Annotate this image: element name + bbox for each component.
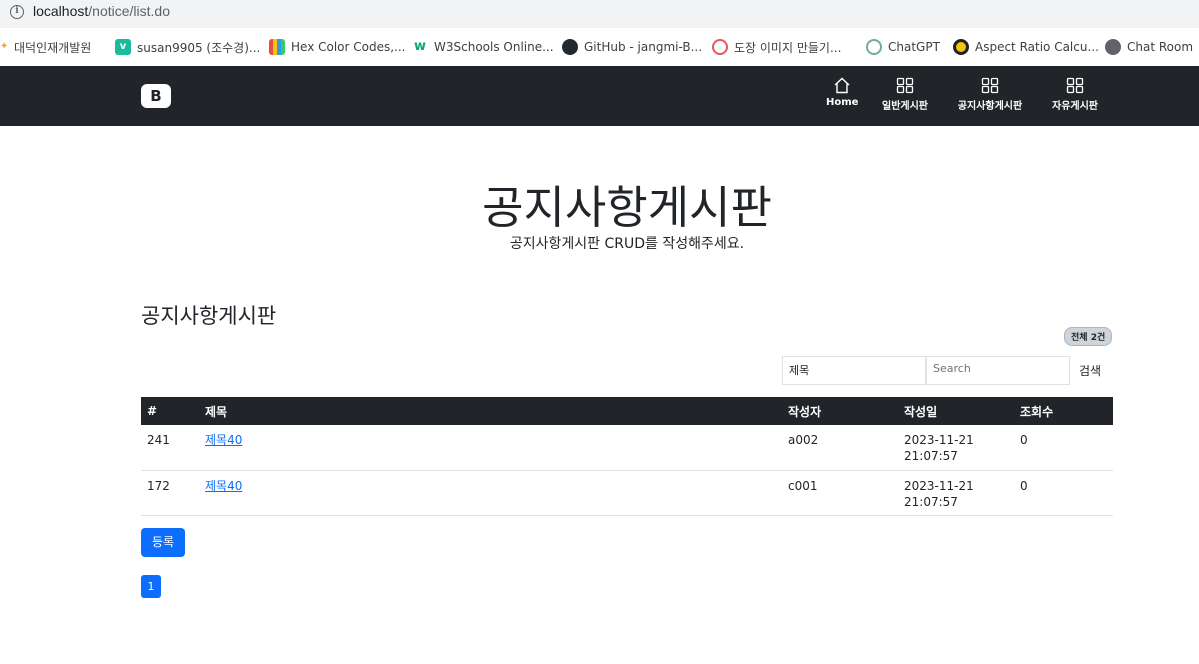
cell-no: 172 xyxy=(141,470,199,516)
chatgpt-icon xyxy=(866,39,882,55)
notice-table: # 제목 작성자 작성일 조회수 241 제목40 a002 2023-11-2… xyxy=(141,397,1113,516)
bookmark-chatgpt[interactable]: ChatGPT xyxy=(866,38,940,56)
col-header-title: 제목 xyxy=(199,397,782,425)
hero-title: 공지사항게시판 xyxy=(482,181,772,234)
cell-date-day: 2023-11-21 xyxy=(904,478,974,493)
hero-subtitle: 공지사항게시판 CRUD를 작성해주세요. xyxy=(509,236,745,252)
bookmark-label: GitHub - jangmi-B... xyxy=(584,40,703,54)
globe-icon xyxy=(1105,39,1121,55)
nav-free-board[interactable]: 자유게시판 xyxy=(1047,77,1103,112)
table-header-row: # 제목 작성자 작성일 조회수 xyxy=(141,397,1113,425)
brand-logo[interactable]: B xyxy=(141,84,171,108)
bookmark-label: Hex Color Codes,... xyxy=(291,40,406,54)
url-text[interactable]: localhost/notice/list.do xyxy=(33,3,170,19)
bookmark-daedeok[interactable]: ✦ 대덕인재개발원 xyxy=(0,38,91,56)
cell-writer: c001 xyxy=(782,470,898,516)
search-input[interactable]: Search xyxy=(926,356,1070,385)
bookmark-label: 도장 이미지 만들기... xyxy=(734,40,842,55)
v-logo-icon: v xyxy=(115,39,131,55)
grid-icon xyxy=(896,77,914,94)
cell-date-time: 21:07:57 xyxy=(904,449,958,463)
table-row: 172 제목40 c001 2023-11-21 21:07:57 0 xyxy=(141,470,1113,516)
cell-writer: a002 xyxy=(782,425,898,471)
aspect-ratio-icon xyxy=(953,39,969,55)
nav-free-board-label: 자유게시판 xyxy=(1052,101,1098,112)
cell-date: 2023-11-21 21:07:57 xyxy=(898,425,1014,471)
bookmark-label: susan9905 (조수경)... xyxy=(137,40,261,55)
house-icon xyxy=(834,77,850,94)
col-header-no: # xyxy=(141,397,199,425)
bookmarks-bar: ✦ 대덕인재개발원 v susan9905 (조수경)... Hex Color… xyxy=(0,28,1199,66)
col-header-hit: 조회수 xyxy=(1014,397,1113,425)
nav-notice-board-label: 공지사항게시판 xyxy=(957,101,1023,112)
color-book-icon xyxy=(269,39,285,55)
info-icon[interactable]: i xyxy=(10,5,24,19)
bookmark-label: 대덕인재개발원 xyxy=(14,40,92,55)
table-row: 241 제목40 a002 2023-11-21 21:07:57 0 xyxy=(141,425,1113,471)
cell-hit: 0 xyxy=(1014,425,1113,471)
cell-title: 제목40 xyxy=(199,425,782,471)
bookmark-aspect-ratio[interactable]: Aspect Ratio Calcu... xyxy=(953,38,1099,56)
bookmark-hex-color[interactable]: Hex Color Codes,... xyxy=(269,38,406,56)
post-title-link[interactable]: 제목40 xyxy=(205,479,242,493)
bookmark-github[interactable]: GitHub - jangmi-B... xyxy=(562,38,702,56)
bookmark-chat-room[interactable]: Chat Room xyxy=(1105,38,1193,56)
bookmark-label: Chat Room xyxy=(1127,40,1194,54)
bookmark-w3schools[interactable]: w W3Schools Online... xyxy=(412,38,554,56)
nav-home-label: Home xyxy=(826,97,859,108)
nav-general-board-label: 일반게시판 xyxy=(882,101,928,112)
register-button[interactable]: 등록 xyxy=(141,528,185,557)
post-title-link[interactable]: 제목40 xyxy=(205,433,242,447)
w3schools-icon: w xyxy=(413,39,426,54)
stamp-icon xyxy=(712,39,728,55)
bookmark-stamp[interactable]: 도장 이미지 만들기... xyxy=(712,38,841,56)
cell-no: 241 xyxy=(141,425,199,471)
bookmark-label: Aspect Ratio Calcu... xyxy=(975,40,1099,54)
bookmark-susan[interactable]: v susan9905 (조수경)... xyxy=(115,38,260,56)
search-button[interactable]: 검색 xyxy=(1079,362,1101,379)
cell-date-time: 21:07:57 xyxy=(904,494,958,509)
cell-date: 2023-11-21 21:07:57 xyxy=(898,470,1014,516)
grid-icon xyxy=(981,77,999,94)
browser-address-bar[interactable]: i localhost/notice/list.do xyxy=(0,0,1199,28)
pagination-page-1[interactable]: 1 xyxy=(141,575,161,598)
nav-notice-board[interactable]: 공지사항게시판 xyxy=(952,77,1028,112)
url-path: /notice/list.do xyxy=(88,3,170,19)
nav-home[interactable]: Home xyxy=(826,77,858,108)
search-field-select[interactable]: 제목 xyxy=(782,356,926,385)
top-navbar: B Home 일반게시판 공지사항게시판 자유게시판 xyxy=(0,66,1199,126)
cell-hit: 0 xyxy=(1014,470,1113,516)
github-icon xyxy=(562,39,578,55)
bookmark-label: ChatGPT xyxy=(888,40,940,54)
cell-date-day: 2023-11-21 xyxy=(904,433,974,447)
nav-general-board[interactable]: 일반게시판 xyxy=(877,77,933,112)
col-header-writer: 작성자 xyxy=(782,397,898,425)
board-title: 공지사항게시판 xyxy=(141,304,277,328)
bookmark-label: W3Schools Online... xyxy=(434,40,554,54)
brand-flame-icon: ✦ xyxy=(0,41,9,52)
col-header-date: 작성일 xyxy=(898,397,1014,425)
total-count-badge: 전체 2건 xyxy=(1064,327,1113,346)
grid-icon xyxy=(1066,77,1084,94)
cell-title: 제목40 xyxy=(199,470,782,516)
url-host: localhost xyxy=(33,3,89,19)
